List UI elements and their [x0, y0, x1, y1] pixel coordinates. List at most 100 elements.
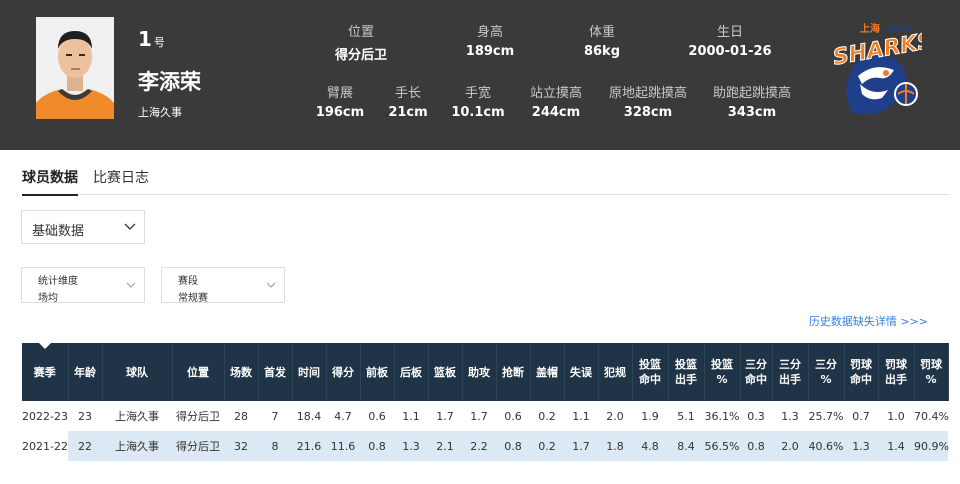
chevron-down-icon — [126, 282, 136, 288]
table-header-cell[interactable]: 篮板 — [428, 343, 463, 401]
stat-value: 244cm — [531, 105, 581, 120]
stat-standing-reach: 站立摸高 244cm — [506, 82, 606, 120]
table-cell: 1.7 — [564, 431, 598, 461]
table-header-cell[interactable]: 年龄 — [68, 343, 103, 401]
table-cell: 0.3 — [740, 401, 772, 431]
table-header-cell[interactable]: 三分% — [808, 343, 845, 401]
table-cell: 0.6 — [360, 401, 394, 431]
table-cell: 1.3 — [772, 401, 808, 431]
table-cell: 40.6% — [808, 431, 844, 461]
table-header-cell[interactable]: 投篮 命中 — [632, 343, 669, 401]
player-team: 上海久事 — [138, 106, 182, 119]
player-name: 李添荣 — [138, 70, 201, 94]
table-header-cell[interactable]: 投篮% — [704, 343, 741, 401]
table-cell: 70.4% — [914, 401, 949, 431]
table-header-cell[interactable]: 场数 — [224, 343, 259, 401]
table-header-text: % — [716, 373, 728, 386]
stat-birthday: 生日 2000-01-26 — [680, 21, 780, 59]
table-header-text: 投篮 — [711, 358, 733, 371]
player-number: 1号 — [138, 27, 165, 51]
stat-value: 343cm — [727, 105, 777, 120]
table-cell: 56.5% — [704, 431, 740, 461]
table-cell: 1.3 — [394, 431, 428, 461]
table-cell: 32 — [224, 431, 258, 461]
stat-dimension-select[interactable]: 统计维度 场均 — [21, 267, 145, 304]
stat-position: 位置 得分后卫 — [311, 21, 411, 63]
table-cell: 0.6 — [496, 401, 530, 431]
table-cell: 2.0 — [598, 401, 632, 431]
table-header-cell[interactable]: 得分 — [326, 343, 361, 401]
table-header-cell[interactable]: 罚球% — [914, 343, 949, 401]
table-header-cell[interactable]: 投篮 出手 — [668, 343, 705, 401]
table-header-text: 抢断 — [502, 365, 524, 379]
table-header-text: % — [820, 373, 832, 386]
table-header-text: 出手 — [779, 373, 801, 386]
stat-value: 189cm — [465, 44, 515, 59]
table-header-cell[interactable]: 位置 — [172, 343, 225, 401]
stat-label: 原地起跳摸高 — [608, 86, 687, 101]
stat-value: 328cm — [623, 105, 673, 120]
stat-label: 站立摸高 — [529, 86, 582, 101]
table-header-cell[interactable]: 罚球 命中 — [844, 343, 879, 401]
table-header-text: 篮板 — [434, 365, 456, 379]
table-header-text: 球队 — [126, 365, 148, 379]
table-cell: 1.4 — [878, 431, 914, 461]
table-cell: 4.7 — [326, 401, 360, 431]
table-header-text: % — [925, 373, 937, 386]
table-header-text: 得分 — [332, 365, 354, 379]
table-header-cell[interactable]: 犯规 — [598, 343, 633, 401]
data-type-select[interactable]: 基础数据 — [21, 210, 145, 244]
table-header-text: 首发 — [264, 365, 286, 379]
table-header-cell[interactable]: 助攻 — [462, 343, 497, 401]
table-header-text: 后板 — [400, 365, 422, 379]
table-cell: 1.1 — [564, 401, 598, 431]
player-photo — [36, 17, 114, 119]
table-header-cell[interactable]: 首发 — [258, 343, 293, 401]
history-missing-link[interactable]: 历史数据缺失详情 >>> — [809, 313, 928, 329]
table-cell: 7 — [258, 401, 292, 431]
table-cell: 1.1 — [394, 401, 428, 431]
table-header-cell[interactable]: 三分 命中 — [740, 343, 773, 401]
table-header-text: 罚球 — [885, 358, 907, 371]
table-header-cell[interactable]: 盖帽 — [530, 343, 565, 401]
table-header-text: 盖帽 — [536, 365, 558, 379]
table-header-text: 赛季 — [33, 365, 56, 379]
table-cell: 18.4 — [292, 401, 326, 431]
table-cell: 0.2 — [530, 401, 564, 431]
stat-label: 位置 — [347, 25, 374, 40]
table-header-text: 三分 — [779, 358, 801, 371]
table-cell: 2022-23 — [22, 401, 68, 431]
data-type-select-value: 基础数据 — [32, 224, 85, 239]
table-header-text: 出手 — [885, 373, 907, 386]
table-cell: 1.3 — [844, 431, 878, 461]
table-header-text: 命中 — [745, 373, 767, 386]
tab-player-stats[interactable]: 球员数据 — [22, 167, 78, 196]
table-header-cell[interactable]: 后板 — [394, 343, 429, 401]
table-header-cell[interactable]: 抢断 — [496, 343, 531, 401]
table-cell: 22 — [68, 431, 102, 461]
table-cell: 4.8 — [632, 431, 668, 461]
shark-logo-icon: SHARKS 上海 SHARKS — [831, 22, 935, 114]
table-header-cell[interactable]: 失误 — [564, 343, 599, 401]
table-header-text: 命中 — [850, 373, 872, 386]
table-header-cell[interactable]: 赛季 — [22, 343, 69, 401]
stat-value: 86kg — [583, 44, 621, 59]
table-header-cell[interactable]: 三分 出手 — [772, 343, 809, 401]
tab-game-log[interactable]: 比赛日志 — [93, 167, 149, 187]
stat-weight: 体重 86kg — [552, 21, 652, 59]
table-header-text: 罚球 — [850, 358, 872, 371]
table-header-text: 三分 — [815, 358, 837, 371]
table-header-cell[interactable]: 罚球 出手 — [878, 343, 915, 401]
table-header-text: 出手 — [675, 373, 697, 386]
table-header-cell[interactable]: 时间 — [292, 343, 327, 401]
season-phase-select[interactable]: 赛段 常规赛 — [161, 267, 285, 304]
stat-value: 2000-01-26 — [688, 44, 772, 59]
table-cell: 上海久事 — [102, 431, 172, 461]
player-photo-image — [36, 17, 114, 119]
table-cell: 0.2 — [530, 431, 564, 461]
table-cell: 2021-22 — [22, 431, 68, 461]
table-header-cell[interactable]: 球队 — [102, 343, 173, 401]
table-cell: 23 — [68, 401, 102, 431]
table-header-row: 赛季 年龄 球队 位置 场数 首发 时间 得分 前板 后板 篮板 助攻 抢断 盖帽 失误 犯规 投篮 命中 投篮 出手… — [22, 343, 949, 401]
table-header-cell[interactable]: 前板 — [360, 343, 395, 401]
